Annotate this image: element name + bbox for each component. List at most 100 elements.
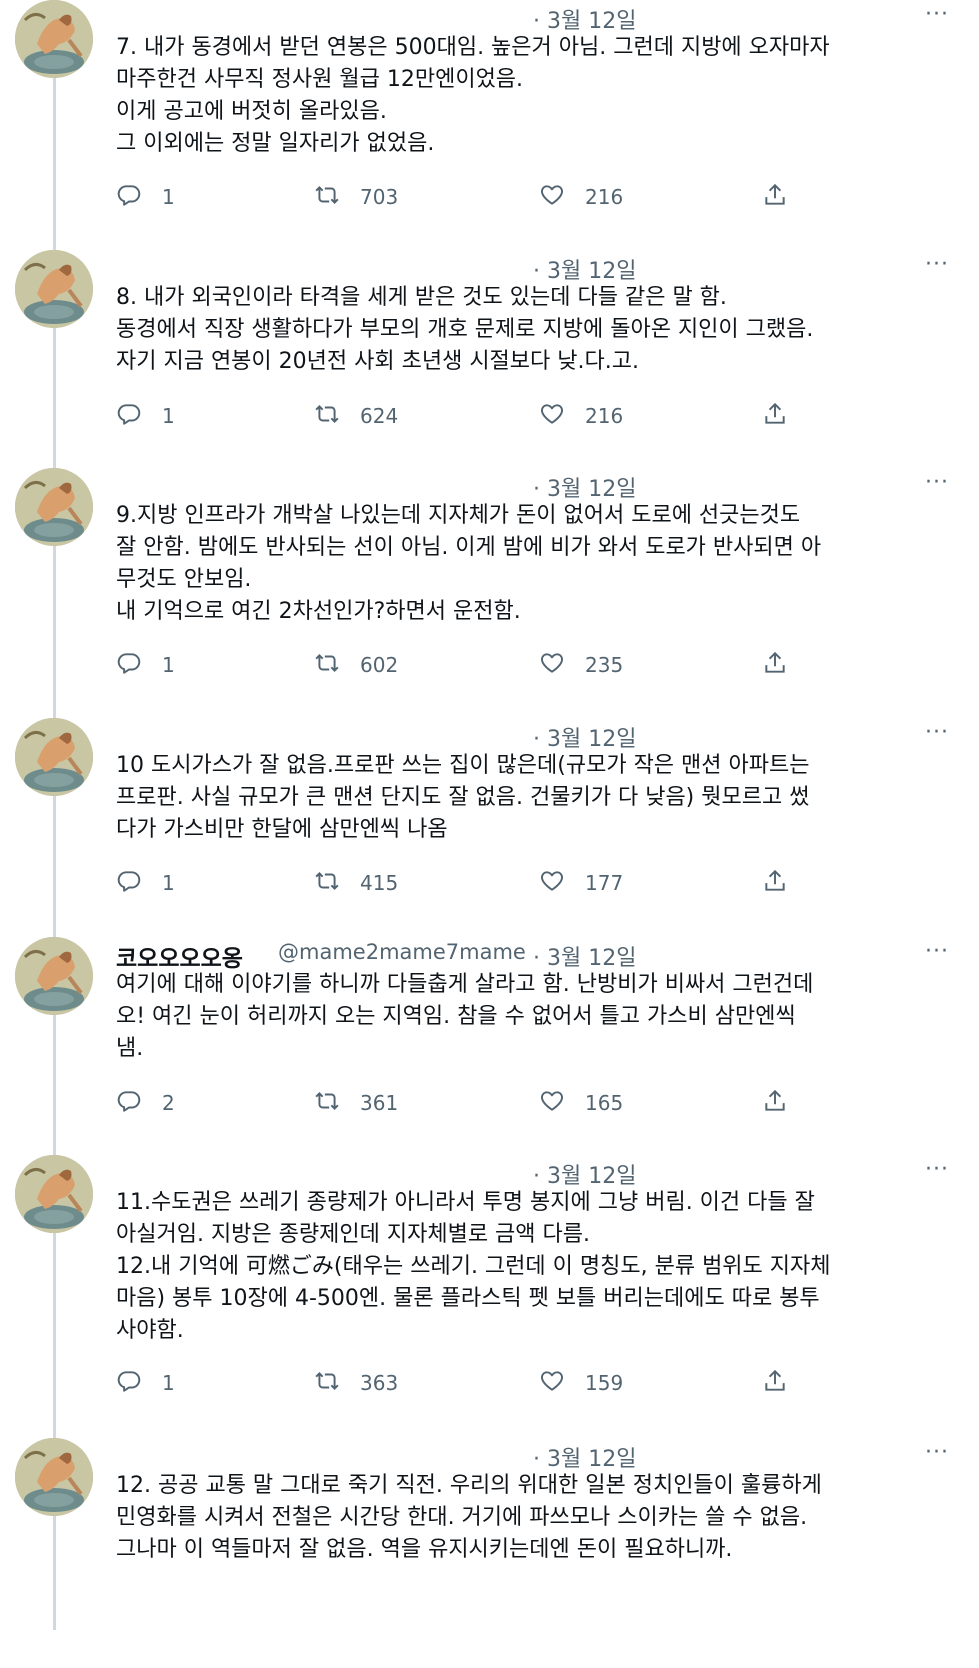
retweet-count: 602 <box>360 653 399 677</box>
tweet-date[interactable]: · 3월 12일 <box>533 721 636 753</box>
tweet-text: 11.수도권은 쓰레기 종량제가 아니라서 투명 봉지에 그냥 버림. 이건 다… <box>116 1190 831 1343</box>
retweet-button[interactable]: 415 <box>314 868 398 898</box>
tweet-date[interactable]: · 3월 12일 <box>533 3 636 35</box>
share-button[interactable] <box>762 182 788 212</box>
like-button[interactable]: 216 <box>539 401 623 431</box>
more-options-icon[interactable]: ··· <box>925 1440 949 1465</box>
share-icon <box>762 1088 788 1118</box>
share-icon <box>762 182 788 212</box>
tweet-text: 8. 내가 외국인이라 타격을 세게 받은 것도 있는데 다들 같은 말 함. … <box>116 285 814 374</box>
like-count: 235 <box>585 653 624 677</box>
like-button[interactable]: 235 <box>539 650 623 680</box>
reply-button[interactable]: 2 <box>116 1088 175 1118</box>
share-icon <box>762 401 788 431</box>
reply-count: 1 <box>162 1371 175 1395</box>
tweet-actions: 2 361 165 <box>116 1088 816 1118</box>
tweet-actions: 1 624 216 <box>116 401 816 431</box>
retweet-icon <box>314 401 340 431</box>
like-count: 177 <box>585 871 624 895</box>
like-count: 159 <box>585 1371 624 1395</box>
retweet-button[interactable]: 361 <box>314 1088 398 1118</box>
retweet-count: 624 <box>360 404 399 428</box>
like-count: 216 <box>585 185 624 209</box>
reply-button[interactable]: 1 <box>116 1368 175 1398</box>
reply-button[interactable]: 1 <box>116 401 175 431</box>
tweet-text: 9.지방 인프라가 개박살 나있는데 지자체가 돈이 없어서 도로에 선긋는것도… <box>116 503 822 624</box>
tweet-actions: 1 363 159 <box>116 1368 816 1398</box>
avatar[interactable] <box>15 468 93 546</box>
avatar[interactable] <box>15 1155 93 1233</box>
retweet-count: 361 <box>360 1091 399 1115</box>
reply-count: 1 <box>162 653 175 677</box>
like-button[interactable]: 177 <box>539 868 623 898</box>
share-button[interactable] <box>762 1088 788 1118</box>
retweet-count: 703 <box>360 185 399 209</box>
avatar[interactable] <box>15 0 93 78</box>
more-options-icon[interactable]: ··· <box>925 2 949 27</box>
tweet-actions: 1 703 216 <box>116 182 816 212</box>
retweet-icon <box>314 1088 340 1118</box>
author-name[interactable]: 코오오오오옹 <box>116 939 243 973</box>
like-icon <box>539 1368 565 1398</box>
tweet[interactable]: · 3월 12일 ··· 8. 내가 외국인이라 타격을 세게 받은 것도 있는데 … <box>0 250 979 480</box>
reply-icon <box>116 650 142 680</box>
avatar[interactable] <box>15 937 93 1015</box>
share-button[interactable] <box>762 401 788 431</box>
tweet[interactable]: · 3월 12일 ··· 12. 공공 교통 말 그대로 죽기 직전. 우리의 위대… <box>0 1438 979 1668</box>
like-button[interactable]: 159 <box>539 1368 623 1398</box>
share-icon <box>762 868 788 898</box>
like-icon <box>539 182 565 212</box>
tweet-text: 여기에 대해 이야기를 하니까 다들춥게 살라고 함. 난방비가 비싸서 그런건… <box>116 972 814 1061</box>
retweet-count: 363 <box>360 1371 399 1395</box>
avatar[interactable] <box>15 250 93 328</box>
reply-count: 1 <box>162 871 175 895</box>
tweet[interactable]: · 3월 12일 ··· 11.수도권은 쓰레기 종량제가 아니라서 투명 봉지에 … <box>0 1155 979 1395</box>
more-options-icon[interactable]: ··· <box>925 939 949 964</box>
like-count: 216 <box>585 404 624 428</box>
tweet-date[interactable]: · 3월 12일 <box>533 1441 636 1473</box>
retweet-icon <box>314 1368 340 1398</box>
retweet-button[interactable]: 703 <box>314 182 398 212</box>
author-handle[interactable]: @mame2mame7mame <box>278 940 526 964</box>
reply-count: 1 <box>162 185 175 209</box>
reply-icon <box>116 1368 142 1398</box>
retweet-button[interactable]: 602 <box>314 650 398 680</box>
retweet-icon <box>314 868 340 898</box>
retweet-count: 415 <box>360 871 399 895</box>
share-button[interactable] <box>762 650 788 680</box>
avatar[interactable] <box>15 1438 93 1516</box>
tweet-date[interactable]: · 3월 12일 <box>533 1158 636 1190</box>
tweet[interactable]: · 3월 12일 ··· 10 도시가스가 잘 없음.프로판 쓰는 집이 많은데(규… <box>0 718 979 948</box>
more-options-icon[interactable]: ··· <box>925 1157 949 1182</box>
tweet[interactable]: · 3월 12일 ··· 7. 내가 동경에서 받던 연봉은 500대임. 높은거 … <box>0 0 979 230</box>
tweet-date[interactable]: · 3월 12일 <box>533 471 636 503</box>
share-button[interactable] <box>762 1368 788 1398</box>
reply-icon <box>116 1088 142 1118</box>
tweet[interactable]: 코오오오오옹 @mame2mame7mame · 3월 12일 ··· 여기에 대해 이… <box>0 937 979 1167</box>
like-icon <box>539 401 565 431</box>
retweet-button[interactable]: 363 <box>314 1368 398 1398</box>
reply-button[interactable]: 1 <box>116 868 175 898</box>
reply-button[interactable]: 1 <box>116 650 175 680</box>
more-options-icon[interactable]: ··· <box>925 252 949 277</box>
tweet-date[interactable]: · 3월 12일 <box>533 940 636 972</box>
reply-icon <box>116 401 142 431</box>
share-button[interactable] <box>762 868 788 898</box>
more-options-icon[interactable]: ··· <box>925 720 949 745</box>
avatar[interactable] <box>15 718 93 796</box>
retweet-icon <box>314 650 340 680</box>
reply-count: 2 <box>162 1091 175 1115</box>
reply-icon <box>116 868 142 898</box>
like-icon <box>539 650 565 680</box>
share-icon <box>762 1368 788 1398</box>
tweet-actions: 1 415 177 <box>116 868 816 898</box>
tweet-date[interactable]: · 3월 12일 <box>533 253 636 285</box>
retweet-button[interactable]: 624 <box>314 401 398 431</box>
more-options-icon[interactable]: ··· <box>925 470 949 495</box>
reply-button[interactable]: 1 <box>116 182 175 212</box>
tweet-text: 12. 공공 교통 말 그대로 죽기 직전. 우리의 위대한 일본 정치인들이 … <box>116 1473 822 1562</box>
like-icon <box>539 1088 565 1118</box>
like-button[interactable]: 216 <box>539 182 623 212</box>
tweet[interactable]: · 3월 12일 ··· 9.지방 인프라가 개박살 나있는데 지자체가 돈이 없어… <box>0 468 979 698</box>
like-button[interactable]: 165 <box>539 1088 623 1118</box>
